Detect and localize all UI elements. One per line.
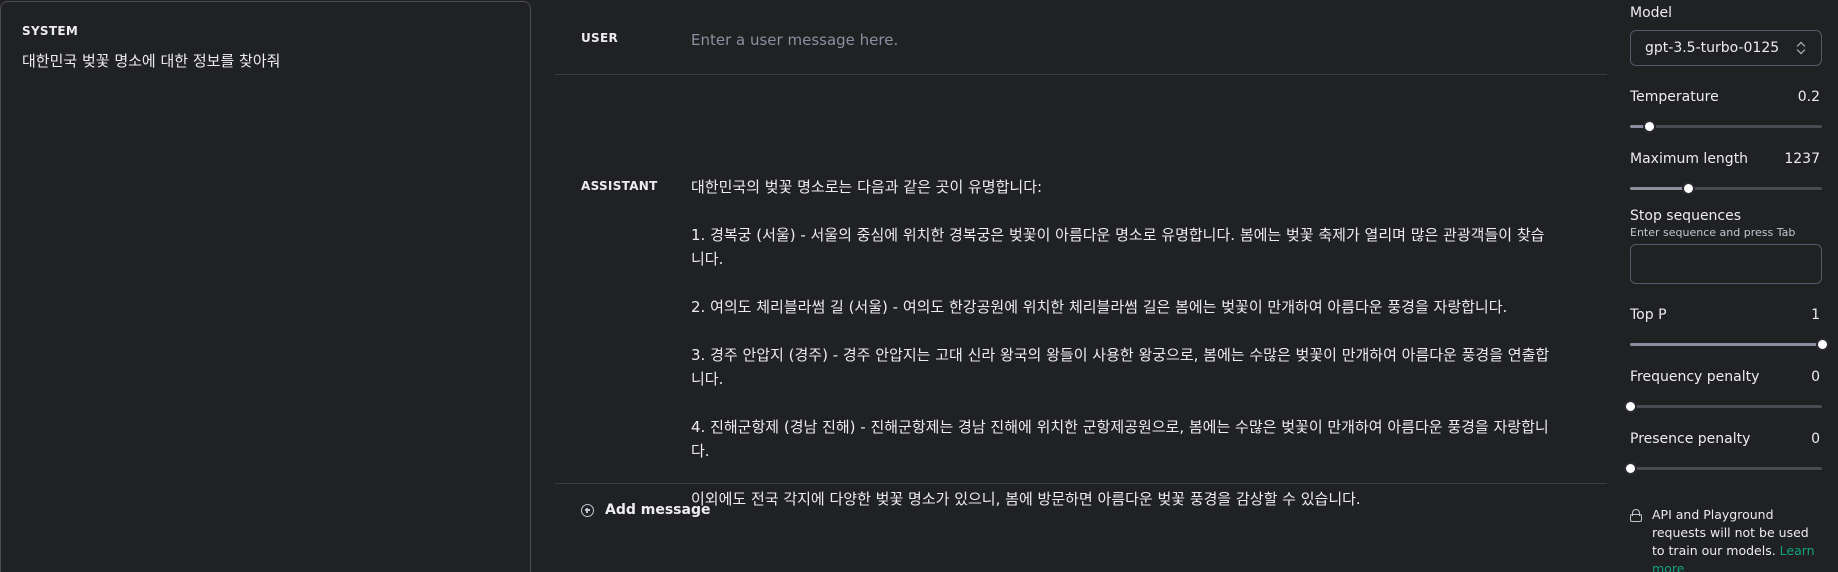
max-length-param: Maximum length 1237 <box>1630 150 1822 195</box>
presence-penalty-value[interactable]: 0 <box>1811 431 1820 447</box>
frequency-penalty-value[interactable]: 0 <box>1811 369 1820 385</box>
user-message-row[interactable]: USER <box>555 0 1607 75</box>
slider-track <box>1630 467 1822 470</box>
chevron-up-down-icon <box>1797 41 1807 55</box>
assistant-paragraph: 이외에도 전국 각지에 다양한 벚꽃 명소가 있으니, 봄에 방문하면 아름다운… <box>691 490 1361 508</box>
frequency-penalty-slider[interactable] <box>1624 399 1822 413</box>
user-role-label[interactable]: USER <box>581 31 618 45</box>
slider-track <box>1630 125 1822 128</box>
assistant-paragraph: 2. 여의도 체리블라썸 길 (서울) - 여의도 한강공원에 위치한 체리블라… <box>691 298 1508 316</box>
model-value: gpt-3.5-turbo-0125 <box>1645 40 1780 56</box>
assistant-paragraph: 3. 경주 안압지 (경주) - 경주 안압지는 고대 신라 왕국의 왕들이 사… <box>691 346 1550 388</box>
presence-penalty-label: Presence penalty <box>1630 431 1751 447</box>
frequency-penalty-label: Frequency penalty <box>1630 369 1760 385</box>
assistant-role-label[interactable]: ASSISTANT <box>581 179 658 193</box>
slider-thumb[interactable] <box>1681 182 1695 195</box>
add-message-label: Add message <box>605 502 711 518</box>
max-length-value[interactable]: 1237 <box>1784 151 1820 167</box>
slider-fill <box>1630 343 1822 346</box>
system-label: SYSTEM <box>22 24 79 38</box>
assistant-message-row[interactable]: ASSISTANT 대한민국의 벚꽃 명소로는 다음과 같은 곳이 유명합니다:… <box>555 75 1607 508</box>
training-notice: API and Playground requests will not be … <box>1630 506 1822 572</box>
assistant-message-text[interactable]: 대한민국의 벚꽃 명소로는 다음과 같은 곳이 유명합니다: 1. 경복궁 (서… <box>691 175 1551 511</box>
slider-thumb[interactable] <box>1816 338 1829 351</box>
user-message-input[interactable] <box>691 27 1571 53</box>
notice-text: API and Playground requests will not be … <box>1652 506 1822 572</box>
settings-panel: Model gpt-3.5-turbo-0125 Temperature 0.2… <box>1624 0 1829 572</box>
assistant-paragraph: 1. 경복궁 (서울) - 서울의 중심에 위치한 경복궁은 벚꽃이 아름다운 … <box>691 226 1545 268</box>
stop-sequences: Stop sequences Enter sequence and press … <box>1630 208 1822 284</box>
system-panel[interactable]: SYSTEM 대한민국 벚꽃 명소에 대한 정보를 찾아줘 <box>0 1 531 572</box>
temperature-param: Temperature 0.2 <box>1630 88 1822 133</box>
add-message-button[interactable]: Add message <box>581 502 710 518</box>
temperature-label: Temperature <box>1630 89 1719 105</box>
presence-penalty-param: Presence penalty 0 <box>1624 430 1822 475</box>
max-length-slider[interactable] <box>1630 181 1822 195</box>
stop-sequences-label: Stop sequences <box>1630 208 1742 224</box>
top-p-param: Top P 1 <box>1630 306 1829 351</box>
presence-penalty-slider[interactable] <box>1624 461 1822 475</box>
slider-thumb[interactable] <box>1643 120 1657 133</box>
slider-fill <box>1630 187 1688 190</box>
model-label: Model <box>1630 5 1673 21</box>
frequency-penalty-param: Frequency penalty 0 <box>1624 368 1822 413</box>
assistant-paragraph: 4. 진해군항제 (경남 진해) - 진해군항제는 경남 진해에 위치한 군항제… <box>691 418 1549 460</box>
stop-sequences-hint: Enter sequence and press Tab <box>1630 226 1796 239</box>
messages-area: USER ASSISTANT 대한민국의 벚꽃 명소로는 다음과 같은 곳이 유… <box>555 0 1607 572</box>
lock-icon <box>1630 509 1642 522</box>
model-select[interactable]: gpt-3.5-turbo-0125 <box>1630 30 1822 66</box>
system-message-text[interactable]: 대한민국 벚꽃 명소에 대한 정보를 찾아줘 <box>22 49 509 73</box>
stop-sequences-input[interactable] <box>1630 244 1822 284</box>
max-length-label: Maximum length <box>1630 151 1749 167</box>
temperature-value[interactable]: 0.2 <box>1798 89 1820 105</box>
slider-thumb[interactable] <box>1624 400 1637 413</box>
assistant-paragraph: 대한민국의 벚꽃 명소로는 다음과 같은 곳이 유명합니다: <box>691 178 1043 196</box>
top-p-label: Top P <box>1630 307 1667 323</box>
top-p-slider[interactable] <box>1630 337 1829 351</box>
plus-circle-icon <box>581 503 594 517</box>
playground: SYSTEM 대한민국 벚꽃 명소에 대한 정보를 찾아줘 USER ASSIS… <box>0 0 1838 572</box>
top-p-value[interactable]: 1 <box>1811 307 1820 323</box>
slider-thumb[interactable] <box>1624 462 1637 475</box>
temperature-slider[interactable] <box>1630 119 1822 133</box>
slider-track <box>1630 405 1822 408</box>
